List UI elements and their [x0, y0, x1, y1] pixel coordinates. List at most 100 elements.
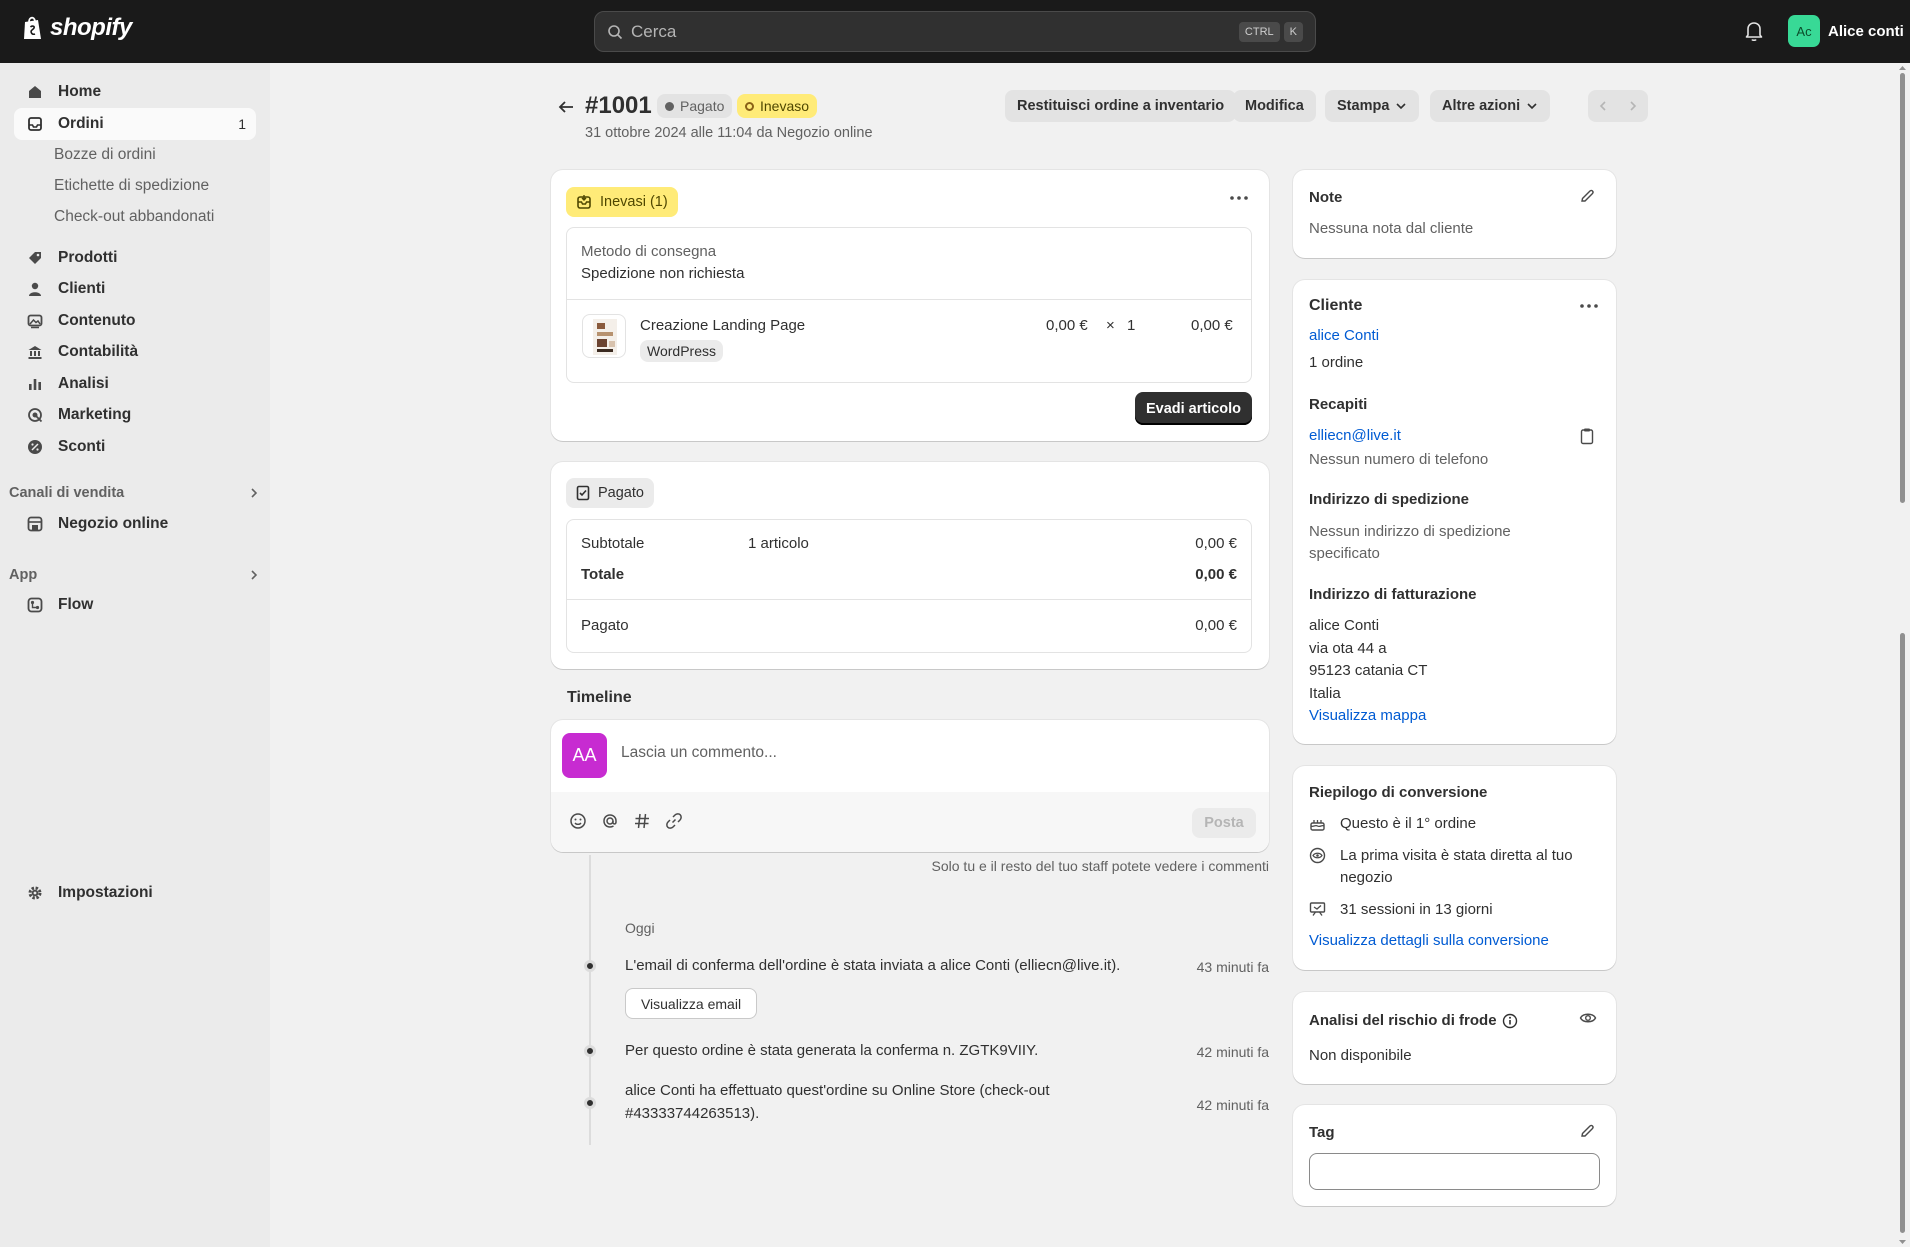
event-text: Per questo ordine è stata generata la co…	[625, 1042, 1039, 1059]
copy-email-button[interactable]	[1580, 427, 1594, 445]
chevron-right-icon	[251, 488, 258, 498]
order-subtitle: 31 ottobre 2024 alle 11:04 da Negozio on…	[585, 125, 873, 141]
unit-price: 0,00 €	[1046, 317, 1088, 334]
event-text-line2: #43333744263513).	[625, 1105, 760, 1122]
print-button[interactable]: Stampa	[1325, 90, 1420, 122]
staff-note: Solo tu e il resto del tuo staff potete …	[931, 858, 1269, 874]
sidebar-item-content[interactable]: Contenuto	[14, 305, 256, 337]
sales-channels-section[interactable]: Canali di vendita	[9, 485, 259, 501]
total-value: 0,00 €	[1195, 566, 1237, 583]
sidebar-item-online-store[interactable]: Negozio online	[14, 508, 256, 540]
scrollbar[interactable]	[1895, 63, 1910, 1247]
sidebar-item-finance[interactable]: Contabilità	[14, 336, 256, 368]
edit-notes-button[interactable]	[1579, 188, 1595, 204]
smiley-icon	[570, 813, 586, 829]
shopify-logo[interactable]: shopify	[22, 14, 132, 42]
section-label: App	[9, 567, 38, 583]
pencil-icon	[1581, 1124, 1594, 1137]
button-label: Visualizza email	[640, 995, 742, 1012]
edit-button[interactable]: Modifica	[1233, 90, 1316, 122]
sidebar-subitem-shipping-labels[interactable]: Etichette di spedizione	[54, 177, 209, 195]
scroll-thumb[interactable]	[1900, 633, 1905, 1233]
product-name[interactable]: Creazione Landing Page	[640, 317, 805, 334]
product-image-icon	[593, 319, 617, 355]
image-icon	[27, 314, 43, 329]
bank-icon	[28, 346, 42, 359]
sidebar: Home Ordini 1 Bozze di ordini Etichette …	[0, 63, 270, 1247]
hashtag-icon	[635, 813, 649, 829]
tags-input[interactable]	[1309, 1153, 1600, 1190]
notifications-button[interactable]	[1744, 20, 1764, 42]
shipping-title: Indirizzo di spedizione	[1309, 491, 1470, 508]
store-icon	[27, 516, 43, 532]
timeline-dot	[584, 1045, 596, 1057]
billing-city: 95123 catania CT	[1309, 662, 1428, 679]
timeline-dot	[584, 960, 596, 972]
sidebar-item-flow[interactable]: Flow	[14, 589, 256, 621]
sidebar-item-label: Prodotti	[58, 249, 118, 266]
line-total: 0,00 €	[1191, 317, 1233, 334]
chevron-right-icon	[1630, 101, 1637, 111]
customer-more-button[interactable]	[1576, 293, 1602, 319]
comment-toolbar	[551, 792, 1269, 852]
customer-card: Cliente alice Conti 1 ordine Recapiti el…	[1293, 280, 1616, 744]
product-thumbnail[interactable]	[582, 314, 626, 358]
sidebar-item-marketing[interactable]: Marketing	[14, 399, 256, 431]
sidebar-subitem-abandoned-checkouts[interactable]: Check-out abbandonati	[54, 208, 214, 226]
first-visit-line1: La prima visita è stata diretta al tuo	[1340, 847, 1573, 864]
email-link[interactable]: elliecn@live.it	[1309, 427, 1401, 444]
emoji-button[interactable]	[569, 812, 589, 832]
eye-icon	[1579, 1013, 1597, 1023]
more-actions-button[interactable]: Altre azioni	[1430, 90, 1551, 122]
back-button[interactable]	[553, 94, 579, 120]
fraud-card: Analisi del rischio di frode Non disponi…	[1293, 992, 1616, 1084]
sidebar-item-orders[interactable]: Ordini 1	[14, 108, 256, 140]
attach-link-button[interactable]	[665, 812, 685, 832]
scroll-thumb[interactable]	[1900, 73, 1905, 503]
mention-button[interactable]	[601, 812, 621, 832]
more-options-button[interactable]	[1226, 185, 1252, 211]
apps-section[interactable]: App	[9, 567, 259, 583]
sidebar-item-analytics[interactable]: Analisi	[14, 368, 256, 400]
view-map-link[interactable]: Visualizza mappa	[1309, 707, 1426, 724]
sidebar-item-home[interactable]: Home	[14, 76, 256, 108]
hashtag-button[interactable]	[633, 812, 653, 832]
at-sign-icon	[603, 814, 617, 828]
fulfill-item-button[interactable]: Evadi articolo	[1135, 392, 1252, 425]
sidebar-item-products[interactable]: Prodotti	[14, 242, 256, 274]
product-variant: WordPress	[640, 340, 723, 362]
sidebar-item-label: Impostazioni	[58, 884, 153, 901]
sidebar-item-settings[interactable]: Impostazioni	[14, 877, 256, 909]
sidebar-item-label: Contabilità	[58, 343, 139, 360]
status-ring-icon	[745, 101, 754, 111]
page-title: #1001	[585, 92, 652, 119]
post-button[interactable]: Posta	[1192, 808, 1256, 838]
bar-chart-icon	[29, 379, 41, 390]
restock-button[interactable]: Restituisci ordine a inventario	[1005, 90, 1237, 122]
customer-name-link[interactable]: alice Conti	[1309, 327, 1379, 344]
total-label: Totale	[581, 566, 625, 583]
billing-name: alice Conti	[1309, 617, 1380, 634]
sidebar-item-discounts[interactable]: Sconti	[14, 431, 256, 463]
view-email-button[interactable]: Visualizza email	[625, 988, 757, 1019]
user-menu[interactable]: Ac Alice conti	[1788, 15, 1904, 47]
billing-country: Italia	[1309, 685, 1341, 702]
search-bar[interactable]: CTRL K	[594, 11, 1316, 52]
unfulfilled-badge: Inevasi (1)	[566, 187, 678, 217]
sidebar-subitem-drafts[interactable]: Bozze di ordini	[54, 146, 156, 164]
search-input[interactable]	[631, 21, 1235, 42]
chevron-left-icon	[1599, 101, 1606, 111]
sidebar-item-customers[interactable]: Clienti	[14, 273, 256, 305]
info-icon[interactable]	[1502, 1013, 1518, 1029]
edit-tags-button[interactable]	[1579, 1123, 1595, 1139]
toggle-visibility-button[interactable]	[1579, 1010, 1597, 1026]
status-badge-unfulfilled: Inevaso	[737, 94, 818, 118]
status-badge-paid: Pagato	[657, 94, 733, 118]
conversion-details-link[interactable]: Visualizza dettagli sulla conversione	[1309, 932, 1549, 949]
shipping-line1: Nessun indirizzo di spedizione	[1309, 523, 1511, 540]
next-order-button[interactable]	[1618, 90, 1648, 122]
event-time: 42 minuti fa	[1196, 1097, 1269, 1113]
paid-value: 0,00 €	[1195, 617, 1237, 634]
previous-order-button[interactable]	[1588, 90, 1618, 122]
comment-input[interactable]	[621, 744, 1241, 762]
